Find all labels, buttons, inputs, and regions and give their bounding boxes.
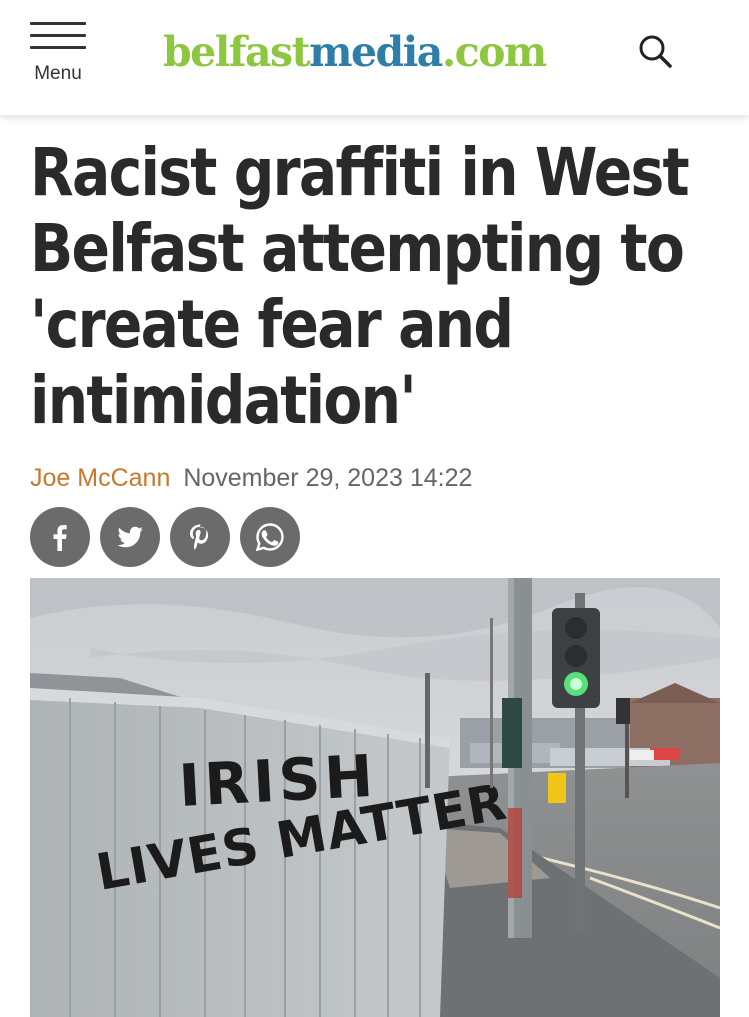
share-pinterest-button[interactable] bbox=[170, 507, 230, 567]
share-facebook-button[interactable] bbox=[30, 507, 90, 567]
menu-button[interactable]: Menu bbox=[28, 20, 88, 86]
article-headline: Racist graffiti in West Belfast attempti… bbox=[30, 134, 690, 439]
article-photo[interactable]: IRISH LIVES MATTER! bbox=[30, 578, 720, 1017]
site-logo[interactable]: belfastmedia.com bbox=[163, 22, 547, 82]
menu-label: Menu bbox=[34, 63, 82, 84]
share-bar bbox=[30, 507, 300, 567]
graffiti-photo: IRISH LIVES MATTER! bbox=[30, 578, 720, 1017]
search-button[interactable] bbox=[637, 33, 673, 69]
pinterest-icon bbox=[190, 524, 209, 550]
byline: Joe McCann November 29, 2023 14:22 bbox=[30, 464, 472, 493]
logo-text-belfast: belfast bbox=[163, 28, 311, 76]
share-whatsapp-button[interactable] bbox=[240, 507, 300, 567]
twitter-icon bbox=[117, 526, 143, 548]
logo-text-media: media bbox=[309, 28, 443, 76]
logo-text-com: .com bbox=[441, 28, 547, 76]
hamburger-icon-bar bbox=[30, 22, 86, 25]
share-twitter-button[interactable] bbox=[100, 507, 160, 567]
whatsapp-icon bbox=[255, 523, 284, 552]
author-link[interactable]: Joe McCann bbox=[30, 464, 170, 492]
facebook-icon bbox=[53, 525, 67, 551]
site-header: Menu belfastmedia.com bbox=[0, 0, 749, 115]
hamburger-icon-bar bbox=[30, 46, 86, 49]
publish-date: November 29, 2023 14:22 bbox=[183, 464, 473, 492]
hamburger-icon-bar bbox=[30, 34, 86, 37]
search-icon bbox=[639, 35, 672, 68]
